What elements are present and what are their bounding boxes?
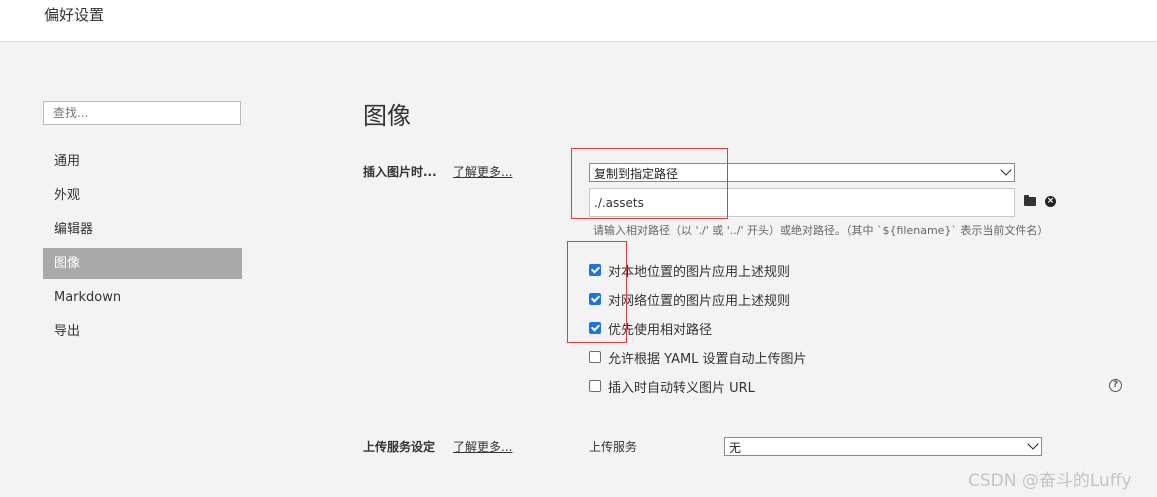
option-label: 允许根据 YAML 设置自动上传图片: [608, 351, 807, 367]
option-yaml-upload[interactable]: 允许根据 YAML 设置自动上传图片: [589, 347, 807, 367]
sidebar-item-image[interactable]: 图像: [43, 248, 242, 279]
option-label: 对本地位置的图片应用上述规则: [608, 264, 791, 280]
page-title: 图像: [363, 102, 411, 130]
sidebar-nav: 通用 外观 编辑器 图像 Markdown 导出: [43, 146, 242, 350]
option-label: 插入时自动转义图片 URL: [608, 380, 755, 396]
upload-service-label: 上传服务: [589, 440, 638, 454]
chevron-down-icon: [1027, 438, 1039, 450]
insert-image-learn-more-link[interactable]: 了解更多...: [453, 163, 512, 180]
sidebar-item-export[interactable]: 导出: [43, 316, 242, 347]
chevron-down-icon: [1000, 164, 1012, 176]
help-icon[interactable]: ?: [1109, 379, 1122, 392]
folder-icon[interactable]: [1024, 195, 1036, 206]
option-escape-url[interactable]: 插入时自动转义图片 URL: [589, 376, 755, 396]
clear-icon[interactable]: ×: [1045, 196, 1056, 207]
window-title: 偏好设置: [44, 6, 105, 24]
option-label: 对网络位置的图片应用上述规则: [608, 293, 791, 309]
insert-image-label: 插入图片时...: [363, 165, 437, 179]
annotation-box-path: [571, 148, 728, 219]
watermark: CSDN @奋斗的Luffy: [968, 471, 1132, 491]
sidebar-item-editor[interactable]: 编辑器: [43, 214, 242, 245]
title-bar: 偏好设置: [0, 0, 1157, 42]
checkbox-escape-url[interactable]: [589, 380, 601, 392]
checkbox-yaml-upload[interactable]: [589, 351, 601, 363]
sidebar-item-general[interactable]: 通用: [43, 146, 242, 177]
path-hint: 请输入相对路径（以 './' 或 '../' 开头）或绝对路径。（其中 `${f…: [593, 224, 1049, 237]
sidebar-item-markdown[interactable]: Markdown: [43, 282, 242, 313]
upload-service-settings-label: 上传服务设定: [363, 440, 436, 454]
search-input[interactable]: [43, 101, 241, 125]
upload-service-select[interactable]: 无: [724, 437, 1042, 456]
upload-learn-more-link[interactable]: 了解更多...: [453, 438, 512, 455]
upload-service-value: 无: [729, 441, 742, 455]
sidebar-item-appearance[interactable]: 外观: [43, 180, 242, 211]
annotation-box-checkboxes: [567, 241, 627, 343]
